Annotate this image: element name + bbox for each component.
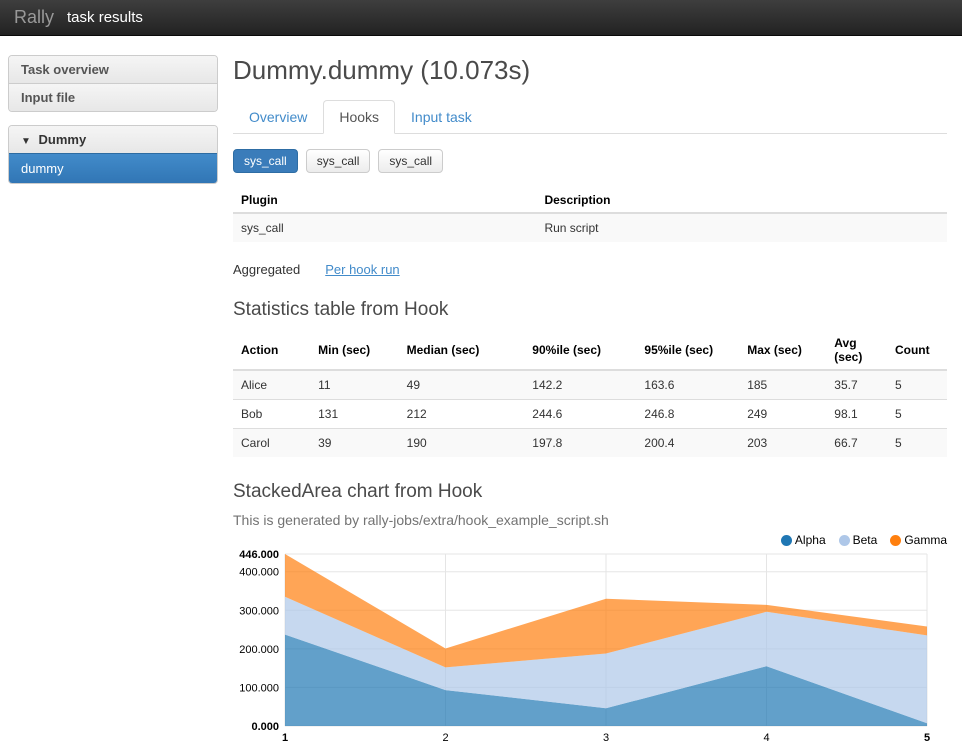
- chart-canvas: 0.000 100.000 200.000 300.000 400.000 446.000…: [233, 547, 947, 747]
- tab-input-task[interactable]: Input task: [395, 100, 488, 133]
- table-cell: 5: [887, 400, 947, 429]
- tab-overview-link[interactable]: Overview: [233, 100, 323, 134]
- sidebar-scenario-box: ▼ Dummy dummy: [8, 125, 218, 184]
- legend-label: Gamma: [904, 533, 947, 547]
- legend-item[interactable]: Beta: [839, 533, 878, 547]
- tab-overview[interactable]: Overview: [233, 100, 323, 133]
- table-cell: 190: [399, 429, 525, 458]
- per-hook-run-link[interactable]: Per hook run: [325, 262, 399, 277]
- tab-hooks[interactable]: Hooks: [323, 100, 395, 133]
- navbar-title: task results: [67, 9, 143, 26]
- legend-label: Beta: [853, 533, 878, 547]
- table-row: Alice1149142.2163.618535.75: [233, 370, 947, 400]
- legend-item[interactable]: Gamma: [890, 533, 947, 547]
- legend-label: Alpha: [795, 533, 826, 547]
- svg-text:4: 4: [763, 732, 769, 744]
- chart-section-title: StackedArea chart from Hook: [233, 481, 947, 503]
- svg-text:2: 2: [442, 732, 448, 744]
- table-cell: 49: [399, 370, 525, 400]
- table-cell: 5: [887, 370, 947, 400]
- table-cell: 66.7: [826, 429, 887, 458]
- table-cell: 163.6: [636, 370, 739, 400]
- table-cell: 5: [887, 429, 947, 458]
- table-cell: 35.7: [826, 370, 887, 400]
- svg-text:400.000: 400.000: [239, 567, 279, 579]
- legend-dot-icon: [890, 535, 901, 546]
- table-row: Bob131212244.6246.824998.15: [233, 400, 947, 429]
- stacked-area-chart: Alpha Beta Gamma 0.000 100.000 200.000 300.00…: [233, 533, 947, 750]
- legend-item[interactable]: Alpha: [781, 533, 826, 547]
- hook-button-3[interactable]: sys_call: [378, 149, 443, 173]
- stats-section-title: Statistics table from Hook: [233, 299, 947, 321]
- table-cell: 203: [739, 429, 826, 458]
- view-toggle: Aggregated Per hook run: [233, 262, 947, 277]
- plugin-table: PluginDescriptionsys_callRun script: [233, 188, 947, 242]
- legend-dot-icon: [781, 535, 792, 546]
- page-title: Dummy.dummy (10.073s): [233, 55, 947, 85]
- svg-text:446.000: 446.000: [239, 549, 279, 561]
- aggregated-label: Aggregated: [233, 262, 300, 277]
- svg-text:0.000: 0.000: [251, 721, 279, 733]
- svg-text:200.000: 200.000: [239, 644, 279, 656]
- svg-text:3: 3: [603, 732, 609, 744]
- table-cell: 11: [310, 370, 399, 400]
- statistics-table: ActionMin (sec)Median (sec)90%ile (sec)9…: [233, 331, 947, 457]
- main-content: Dummy.dummy (10.073s) Overview Hooks Inp…: [233, 55, 947, 750]
- sidebar-item-dummy[interactable]: dummy: [9, 153, 217, 183]
- sidebar-group-dummy[interactable]: ▼ Dummy: [9, 126, 217, 153]
- brand-link[interactable]: Rally: [14, 7, 54, 28]
- chart-subtitle: This is generated by rally-jobs/extra/ho…: [233, 512, 947, 528]
- chart-legend: Alpha Beta Gamma: [233, 533, 947, 547]
- column-header: Action: [233, 331, 310, 370]
- hook-button-1[interactable]: sys_call: [233, 149, 298, 173]
- hook-run-buttons: sys_call sys_call sys_call: [233, 149, 947, 173]
- table-cell: 39: [310, 429, 399, 458]
- table-cell: 142.2: [524, 370, 636, 400]
- table-cell: 249: [739, 400, 826, 429]
- column-header: 90%ile (sec): [524, 331, 636, 370]
- table-cell: 185: [739, 370, 826, 400]
- svg-text:300.000: 300.000: [239, 605, 279, 617]
- table-cell: Bob: [233, 400, 310, 429]
- table-header-row: ActionMin (sec)Median (sec)90%ile (sec)9…: [233, 331, 947, 370]
- chevron-down-icon: ▼: [21, 136, 31, 147]
- table-cell: 98.1: [826, 400, 887, 429]
- column-header: Max (sec): [739, 331, 826, 370]
- svg-text:5: 5: [924, 732, 930, 744]
- tab-hooks-link[interactable]: Hooks: [323, 100, 395, 134]
- table-cell: sys_call: [233, 213, 536, 242]
- table-row: Carol39190197.8200.420366.75: [233, 429, 947, 458]
- sidebar-group-label: Dummy: [39, 132, 87, 147]
- table-row: sys_callRun script: [233, 213, 947, 242]
- navbar: Rally task results: [0, 0, 962, 36]
- column-header: Min (sec): [310, 331, 399, 370]
- table-cell: 197.8: [524, 429, 636, 458]
- table-cell: Run script: [536, 213, 947, 242]
- table-cell: Carol: [233, 429, 310, 458]
- table-cell: 246.8: [636, 400, 739, 429]
- table-header-row: PluginDescription: [233, 188, 947, 213]
- column-header: Median (sec): [399, 331, 525, 370]
- hook-button-2[interactable]: sys_call: [306, 149, 371, 173]
- sidebar-nav-box: Task overview Input file: [8, 55, 218, 112]
- column-header: Avg (sec): [826, 331, 887, 370]
- legend-dot-icon: [839, 535, 850, 546]
- table-cell: 200.4: [636, 429, 739, 458]
- table-cell: 212: [399, 400, 525, 429]
- table-cell: 244.6: [524, 400, 636, 429]
- column-header: Plugin: [233, 188, 536, 213]
- column-header: 95%ile (sec): [636, 331, 739, 370]
- sidebar-item-input-file[interactable]: Input file: [9, 83, 217, 111]
- table-cell: Alice: [233, 370, 310, 400]
- sidebar: Task overview Input file ▼ Dummy dummy: [8, 55, 218, 750]
- tabs: Overview Hooks Input task: [233, 100, 947, 134]
- table-cell: 131: [310, 400, 399, 429]
- column-header: Count: [887, 331, 947, 370]
- svg-text:1: 1: [282, 732, 288, 744]
- sidebar-item-task-overview[interactable]: Task overview: [9, 56, 217, 83]
- column-header: Description: [536, 188, 947, 213]
- tab-input-task-link[interactable]: Input task: [395, 100, 488, 134]
- svg-text:100.000: 100.000: [239, 682, 279, 694]
